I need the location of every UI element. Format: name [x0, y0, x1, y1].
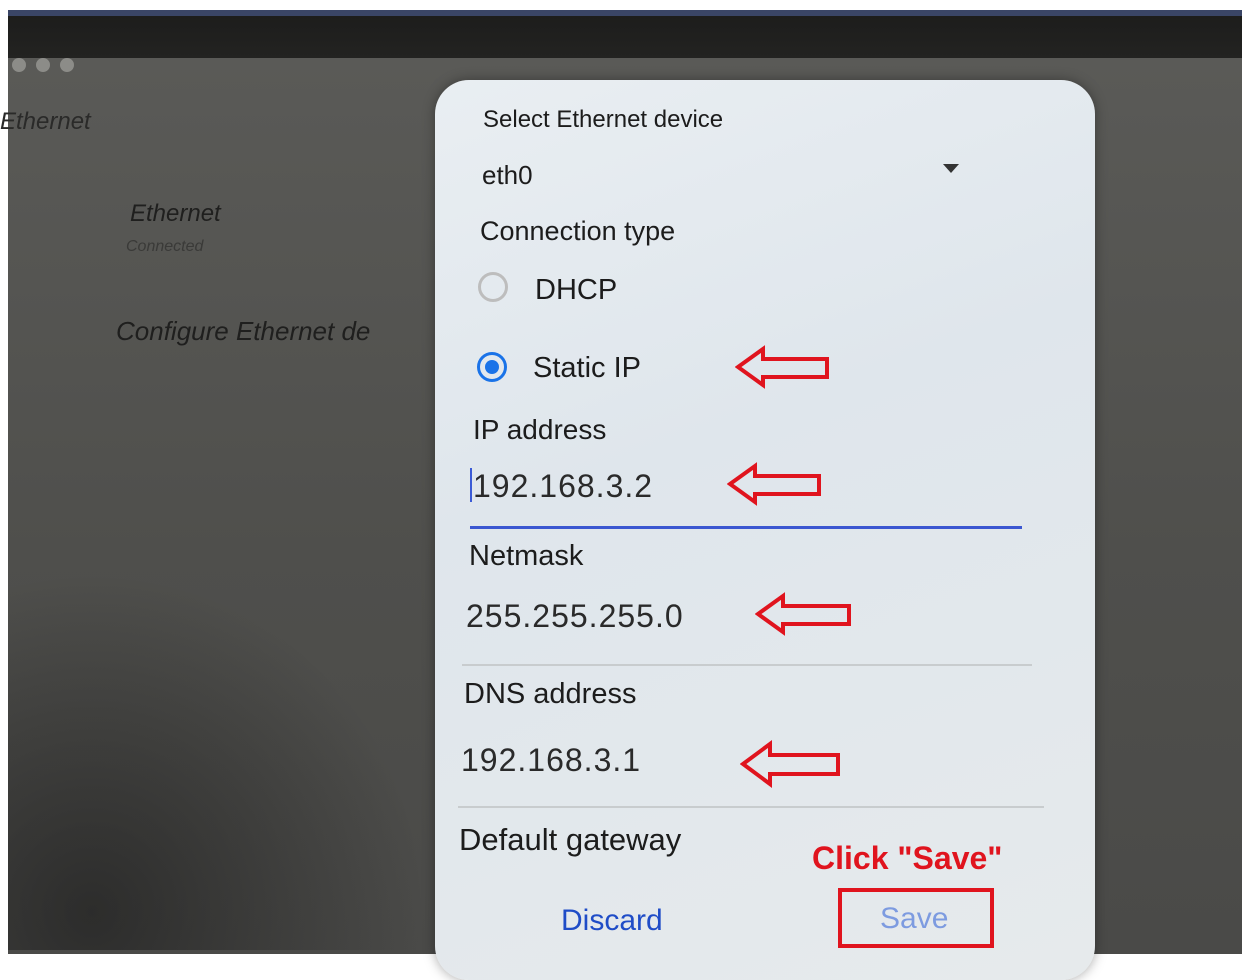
static-ip-label[interactable]: Static IP [533, 352, 641, 385]
settings-page-title: Ethernet [0, 108, 91, 135]
ethernet-status: Connected [126, 238, 204, 255]
status-icons [12, 58, 74, 72]
connection-type-label: Connection type [480, 216, 676, 246]
device-select[interactable]: eth0 [482, 160, 533, 191]
dns-input[interactable]: 192.168.3.1 [461, 742, 641, 779]
gateway-label: Default gateway [459, 822, 682, 857]
dhcp-radio[interactable] [478, 272, 508, 302]
ip-address-label: IP address [473, 414, 607, 445]
netmask-input[interactable]: 255.255.255.0 [466, 598, 684, 635]
static-ip-radio[interactable] [477, 352, 507, 382]
text-cursor [470, 468, 472, 502]
ip-address-arrow-icon [727, 462, 821, 506]
top-strip [8, 10, 1242, 16]
ip-address-underline [470, 526, 1022, 529]
netmask-underline [462, 664, 1032, 666]
chevron-down-icon[interactable] [943, 164, 959, 173]
dns-underline [458, 806, 1044, 808]
status-icon [12, 58, 26, 72]
gear-icon [36, 58, 50, 72]
configure-ethernet-item[interactable]: Configure Ethernet de [116, 316, 370, 347]
click-save-annotation: Click "Save" [812, 840, 1003, 876]
dhcp-label[interactable]: DHCP [535, 274, 617, 307]
ethernet-setting-item[interactable]: Ethernet [130, 200, 221, 228]
shield-icon [60, 58, 74, 72]
netmask-label: Netmask [469, 540, 584, 572]
tablet-bezel [8, 10, 1242, 58]
device-label: Select Ethernet device [483, 106, 724, 133]
static-ip-arrow-icon [735, 345, 829, 389]
discard-button[interactable]: Discard [561, 904, 663, 938]
dns-label: DNS address [464, 678, 637, 710]
glare [8, 570, 428, 950]
netmask-arrow-icon [755, 592, 851, 636]
save-highlight-box [838, 888, 994, 948]
dns-arrow-icon [740, 740, 840, 788]
ip-address-input[interactable]: 192.168.3.2 [473, 468, 653, 505]
